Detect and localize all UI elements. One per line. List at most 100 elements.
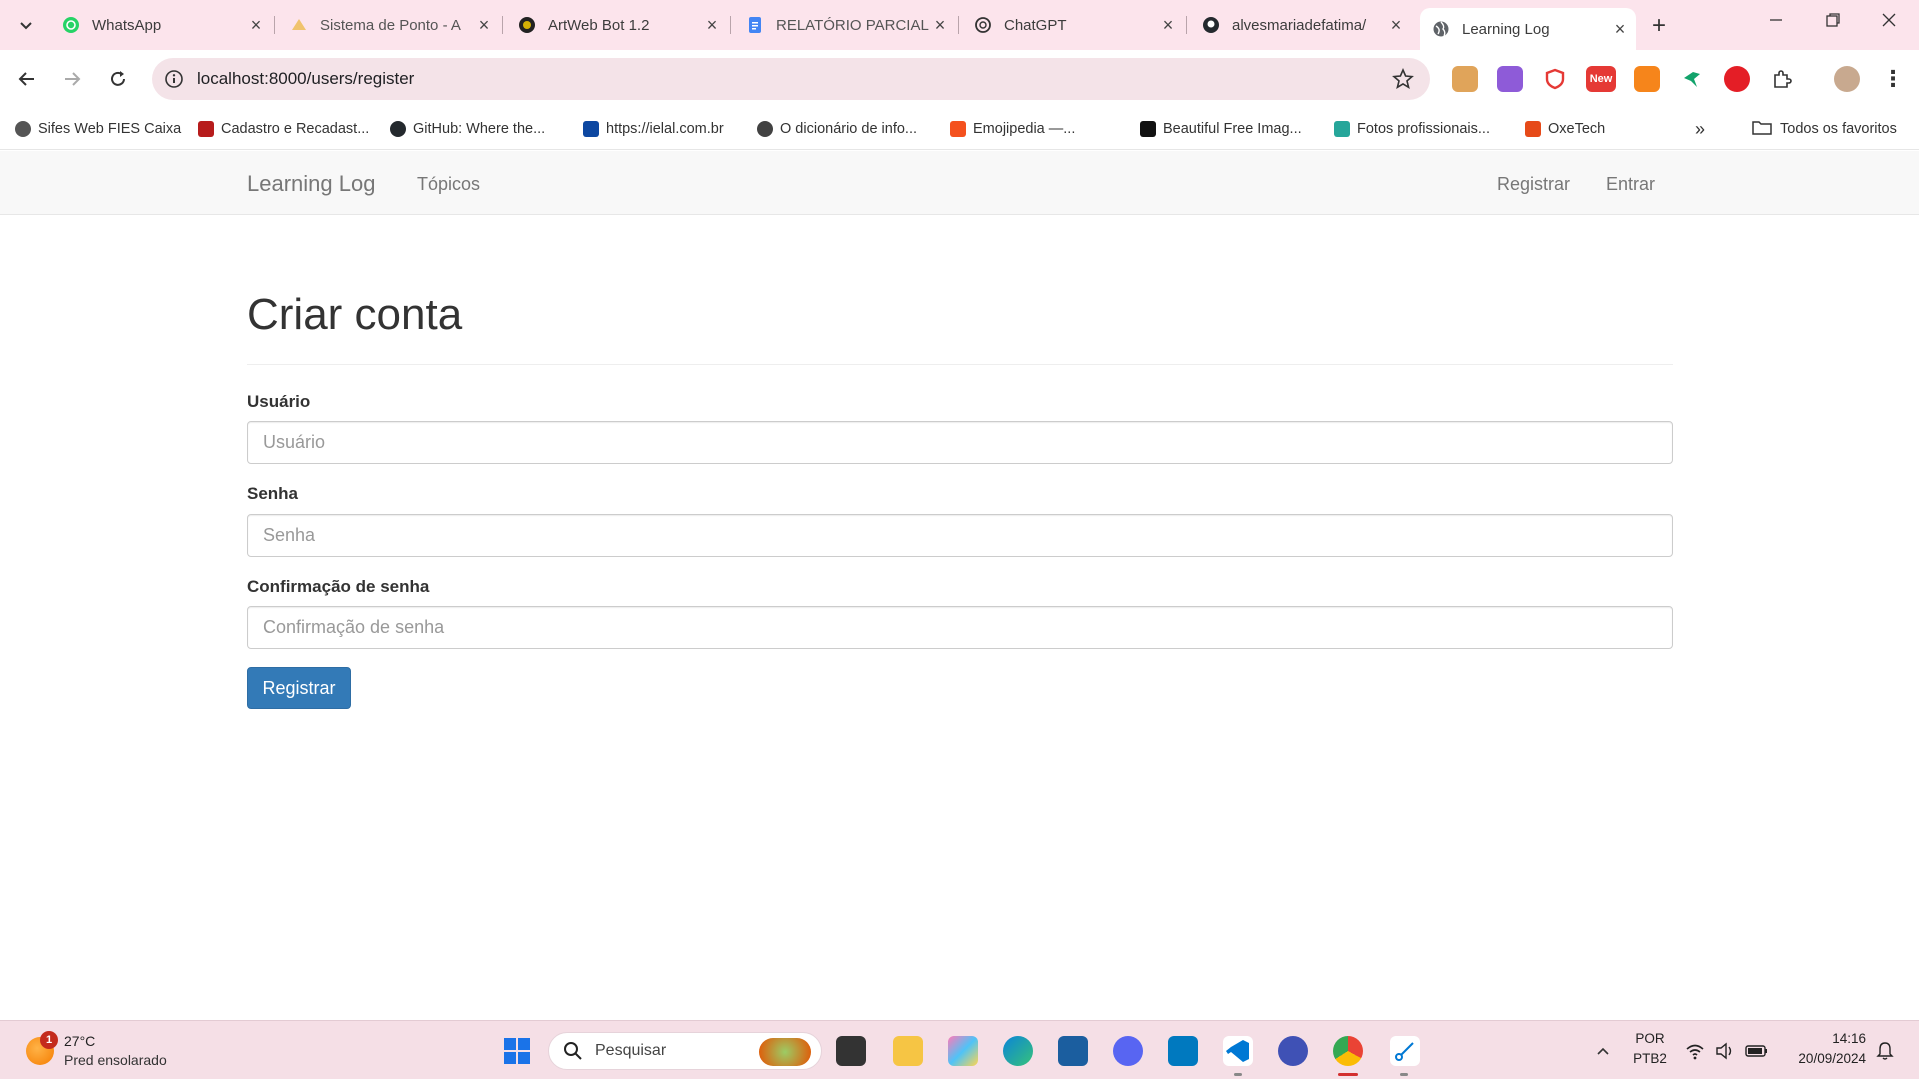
all-bookmarks-folder[interactable]: Todos os favoritos (1752, 118, 1897, 140)
store-icon[interactable] (1058, 1036, 1088, 1066)
bookmarks-overflow-button[interactable]: » (1695, 118, 1705, 140)
new-tab-button[interactable]: + (1652, 12, 1666, 40)
bookmark-item[interactable]: Beautiful Free Imag... (1140, 118, 1302, 140)
tab-github[interactable]: alvesmariadefatima/ × (1190, 8, 1412, 42)
profile-avatar[interactable] (1834, 66, 1860, 92)
bookmark-item[interactable]: Fotos profissionais... (1334, 118, 1490, 140)
ponto-icon (290, 16, 308, 34)
address-bar[interactable]: localhost:8000/users/register (152, 58, 1430, 100)
tab-whatsapp[interactable]: WhatsApp × (50, 8, 275, 42)
search-icon (563, 1041, 583, 1066)
bookmark-item[interactable]: OxeTech (1525, 118, 1605, 140)
bookmarks-bar: Sifes Web FIES Caixa Cadastro e Recadast… (0, 108, 1919, 150)
clock-date[interactable]: 20/09/2024 (1778, 1051, 1866, 1066)
arrow-right-icon (65, 72, 81, 86)
menu-kebab-icon[interactable]: ⋮ (1880, 66, 1906, 92)
bookmark-item[interactable]: Emojipedia —... (950, 118, 1075, 140)
close-icon[interactable]: × (1610, 19, 1630, 39)
cookie-extension-icon[interactable] (1452, 66, 1478, 92)
username-input[interactable] (247, 421, 1673, 464)
taskbar-search[interactable]: Pesquisar (548, 1032, 822, 1070)
password-input[interactable] (247, 514, 1673, 557)
close-icon[interactable]: × (474, 15, 494, 35)
file-explorer-icon[interactable] (893, 1036, 923, 1066)
gear-extension-icon[interactable] (1497, 66, 1523, 92)
back-button[interactable] (15, 67, 39, 91)
search-label: Pesquisar (595, 1042, 667, 1059)
forward-button[interactable] (60, 67, 84, 91)
volume-icon[interactable] (1710, 1036, 1740, 1066)
all-bookmarks-label: Todos os favoritos (1780, 121, 1897, 137)
start-button[interactable] (502, 1036, 532, 1066)
bookmark-favicon-icon (1334, 121, 1350, 137)
close-icon[interactable]: × (1158, 15, 1178, 35)
tab-sistema-ponto[interactable]: Sistema de Ponto - A × (278, 8, 503, 42)
github-icon (390, 121, 406, 137)
close-icon[interactable]: × (246, 15, 266, 35)
new-extension-icon[interactable]: New (1586, 66, 1616, 92)
bookmark-label: GitHub: Where the... (413, 121, 546, 137)
nav-login-link[interactable]: Entrar (1606, 174, 1655, 195)
bookmark-favicon-icon (198, 121, 214, 137)
bookmark-item[interactable]: https://ielal.com.br (583, 118, 724, 140)
bookmark-item[interactable]: Sifes Web FIES Caixa (15, 118, 181, 140)
trello-icon[interactable] (1168, 1036, 1198, 1066)
register-button[interactable]: Registrar (247, 667, 351, 709)
bird-extension-icon[interactable] (1679, 66, 1705, 92)
metamask-extension-icon[interactable] (1634, 66, 1660, 92)
weather-temperature[interactable]: 27°C (64, 1033, 95, 1049)
tab-relatorio[interactable]: RELATÓRIO PARCIAL × (734, 8, 959, 42)
copilot-icon[interactable] (948, 1036, 978, 1066)
restore-button[interactable] (1825, 12, 1841, 33)
close-icon[interactable]: × (1386, 15, 1406, 35)
vscode-icon[interactable] (1223, 1036, 1253, 1066)
confirm-password-input[interactable] (247, 606, 1673, 649)
battery-icon[interactable] (1742, 1036, 1772, 1066)
taskbar: 1 27°C Pred ensolarado Pesquisar POR PTB… (0, 1020, 1919, 1079)
puzzle-extensions-icon[interactable] (1769, 66, 1795, 92)
bookmark-item[interactable]: O dicionário de info... (757, 118, 917, 140)
url-text[interactable]: localhost:8000/users/register (197, 69, 414, 89)
clock-time[interactable]: 14:16 (1778, 1031, 1866, 1046)
show-hidden-icons-button[interactable] (1588, 1036, 1618, 1066)
bookmark-item[interactable]: Cadastro e Recadast... (198, 118, 369, 140)
minimize-button[interactable] (1768, 12, 1784, 33)
tab-chatgpt[interactable]: ChatGPT × (962, 8, 1187, 42)
tab-title: ChatGPT (1004, 16, 1067, 34)
site-info-icon[interactable] (164, 69, 184, 94)
browser-toolbar: localhost:8000/users/register New ⋮ (0, 50, 1919, 108)
snipping-tool-icon[interactable] (1390, 1036, 1420, 1066)
notifications-bell-icon[interactable] (1870, 1036, 1900, 1066)
whatsapp-icon (62, 16, 80, 34)
close-window-button[interactable] (1881, 12, 1897, 33)
keyboard-layout[interactable]: PTB2 (1628, 1051, 1672, 1066)
weather-badge: 1 (40, 1031, 58, 1049)
chatgpt-icon (974, 16, 992, 34)
opera-extension-icon[interactable] (1724, 66, 1750, 92)
tab-learning-log[interactable]: Learning Log × (1420, 8, 1636, 50)
close-icon[interactable]: × (702, 15, 722, 35)
minimize-icon (1770, 19, 1782, 21)
bookmark-star-icon[interactable] (1392, 67, 1414, 95)
tab-artweb[interactable]: ArtWeb Bot 1.2 × (506, 8, 731, 42)
bookmark-item[interactable]: GitHub: Where the... (390, 118, 545, 140)
globe-icon (1432, 20, 1450, 38)
task-view-icon[interactable] (836, 1036, 866, 1066)
wifi-icon[interactable] (1680, 1036, 1710, 1066)
close-icon[interactable]: × (930, 15, 950, 35)
nav-register-link[interactable]: Registrar (1497, 174, 1570, 195)
bookmark-label: Beautiful Free Imag... (1163, 121, 1302, 137)
bookmark-label: https://ielal.com.br (606, 121, 724, 137)
chrome-icon[interactable] (1333, 1036, 1363, 1066)
weather-description[interactable]: Pred ensolarado (64, 1052, 167, 1068)
app-gear-icon[interactable] (1278, 1036, 1308, 1066)
password-label: Senha (247, 484, 299, 503)
tab-search-button[interactable] (10, 9, 42, 41)
discord-icon[interactable] (1113, 1036, 1143, 1066)
reload-button[interactable] (106, 67, 130, 91)
language-indicator[interactable]: POR (1628, 1031, 1672, 1046)
edge-icon[interactable] (1003, 1036, 1033, 1066)
nav-topics-link[interactable]: Tópicos (417, 174, 480, 195)
site-brand[interactable]: Learning Log (247, 171, 375, 197)
shield-extension-icon[interactable] (1542, 66, 1568, 92)
